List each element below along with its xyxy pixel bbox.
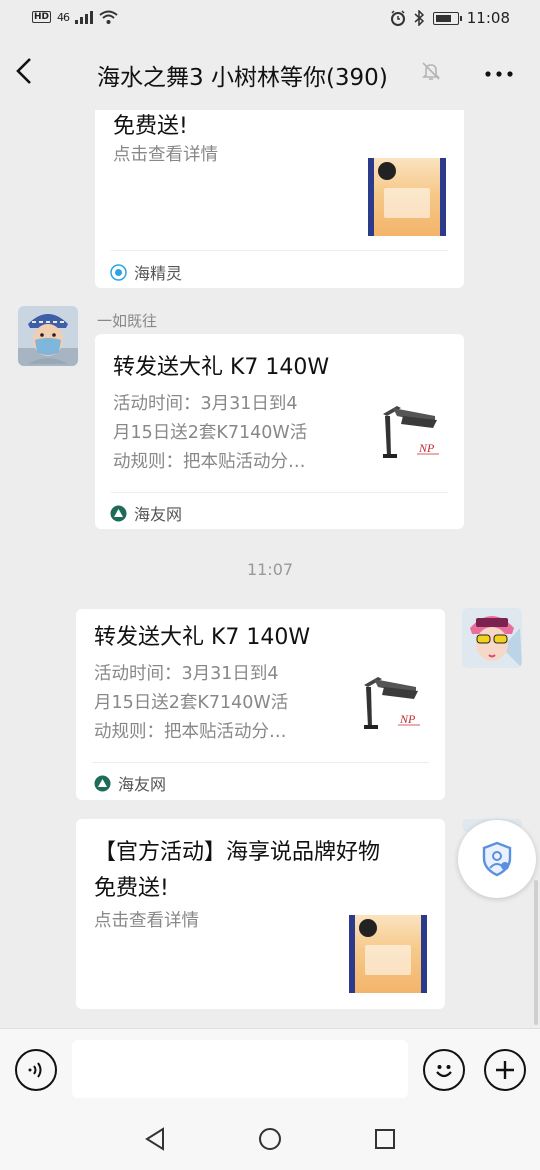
card-desc-line-3: 动规则：把本贴活动分… bbox=[113, 452, 306, 472]
svg-text:NP: NP bbox=[418, 441, 435, 455]
svg-text:NP: NP bbox=[399, 712, 416, 726]
back-triangle-icon[interactable] bbox=[144, 1127, 166, 1151]
more-dots-icon[interactable] bbox=[484, 52, 514, 82]
card-title-line-2: 免费送! bbox=[94, 876, 169, 901]
recents-square-icon[interactable] bbox=[374, 1127, 396, 1151]
avatar-child-image[interactable] bbox=[18, 306, 78, 366]
status-left: HD 46 bbox=[32, 10, 118, 24]
card-desc-line-1: 活动时间：3月31日到4 bbox=[94, 664, 279, 684]
bell-off-icon bbox=[422, 62, 440, 80]
haiyou-icon bbox=[94, 775, 111, 791]
lamp-thumbnail: NP bbox=[383, 406, 439, 458]
link-card-4[interactable]: 【官方活动】海享说品牌好物 免费送! 点击查看详情 bbox=[76, 819, 445, 1009]
lamp-thumbnail: NP bbox=[364, 677, 420, 729]
timestamp: 11:07 bbox=[246, 560, 294, 579]
voice-button[interactable] bbox=[15, 1049, 57, 1091]
card-title-line-1: 【官方活动】海享说品牌好物 bbox=[94, 840, 381, 865]
alarm-icon bbox=[390, 10, 405, 26]
avatar-cartoon-girl-image[interactable] bbox=[462, 608, 522, 668]
link-card-1[interactable]: 免费送! 点击查看详情 海精灵 bbox=[95, 110, 464, 288]
haiyou-icon bbox=[110, 505, 127, 521]
card-title: 转发送大礼 K7 140W bbox=[113, 355, 330, 380]
avatar[interactable] bbox=[18, 306, 78, 366]
card-desc-line-3: 动规则：把本贴活动分… bbox=[94, 722, 287, 742]
emoji-icon[interactable] bbox=[431, 1057, 457, 1083]
shield-icon[interactable] bbox=[480, 841, 514, 877]
sender-name: 一如既往 bbox=[97, 312, 158, 330]
signal-icon bbox=[75, 10, 94, 24]
card-desc: 点击查看详情 bbox=[113, 145, 218, 165]
card-source: 海友网 bbox=[94, 771, 166, 795]
battery-icon bbox=[432, 11, 462, 25]
card-source-label: 海精灵 bbox=[134, 264, 183, 283]
home-circle-icon[interactable] bbox=[258, 1127, 282, 1151]
chat-area[interactable]: 免费送! 点击查看详情 海精灵 一如既往 转发送大礼 K7 140W 活动时间：… bbox=[0, 110, 540, 1028]
card-thumbnail bbox=[368, 158, 446, 236]
scrollbar[interactable] bbox=[534, 880, 538, 1025]
chevron-left-icon[interactable] bbox=[14, 56, 34, 86]
title-bar: 海水之舞3 小树林等你(390) bbox=[0, 38, 540, 110]
bluetooth-icon bbox=[414, 10, 424, 26]
system-nav-bar bbox=[0, 1110, 540, 1170]
voice-icon[interactable] bbox=[25, 1059, 47, 1081]
hai-jingling-icon bbox=[110, 263, 127, 281]
clock: 11:08 bbox=[466, 9, 510, 27]
plus-icon[interactable] bbox=[493, 1058, 517, 1082]
card-source-label: 海友网 bbox=[118, 775, 167, 794]
link-card-2[interactable]: 转发送大礼 K7 140W 活动时间：3月31日到4 月15日送2套K7140W… bbox=[95, 334, 464, 529]
card-title: 免费送! bbox=[113, 114, 188, 139]
security-float-button[interactable] bbox=[458, 820, 536, 898]
plus-button[interactable] bbox=[484, 1049, 526, 1091]
card-desc-line-1: 活动时间：3月31日到4 bbox=[113, 394, 298, 414]
hd-badge: HD bbox=[32, 11, 52, 23]
card-desc-line-2: 月15日送2套K7140W活 bbox=[113, 423, 308, 443]
card-source: 海友网 bbox=[110, 501, 182, 525]
card-thumbnail bbox=[349, 915, 427, 993]
network-label: 46 bbox=[57, 10, 70, 24]
message-input[interactable] bbox=[72, 1040, 408, 1098]
status-right: 11:08 bbox=[390, 9, 510, 27]
chat-title: 海水之舞3 小树林等你(390) bbox=[97, 65, 388, 91]
emoji-button[interactable] bbox=[423, 1049, 465, 1091]
input-bar bbox=[0, 1028, 540, 1111]
link-card-3[interactable]: 转发送大礼 K7 140W 活动时间：3月31日到4 月15日送2套K7140W… bbox=[76, 609, 445, 800]
back-button[interactable] bbox=[14, 56, 34, 90]
card-divider bbox=[111, 492, 448, 493]
card-divider bbox=[92, 762, 429, 763]
card-source: 海精灵 bbox=[110, 260, 182, 284]
card-title: 转发送大礼 K7 140W bbox=[94, 625, 311, 650]
card-desc: 点击查看详情 bbox=[94, 911, 199, 931]
status-bar: HD 46 11:08 bbox=[0, 0, 540, 38]
my-avatar[interactable] bbox=[462, 608, 522, 668]
wifi-icon bbox=[99, 10, 118, 24]
card-source-label: 海友网 bbox=[134, 505, 183, 524]
card-divider bbox=[111, 250, 448, 251]
card-desc-line-2: 月15日送2套K7140W活 bbox=[94, 693, 289, 713]
more-button[interactable] bbox=[484, 52, 514, 89]
